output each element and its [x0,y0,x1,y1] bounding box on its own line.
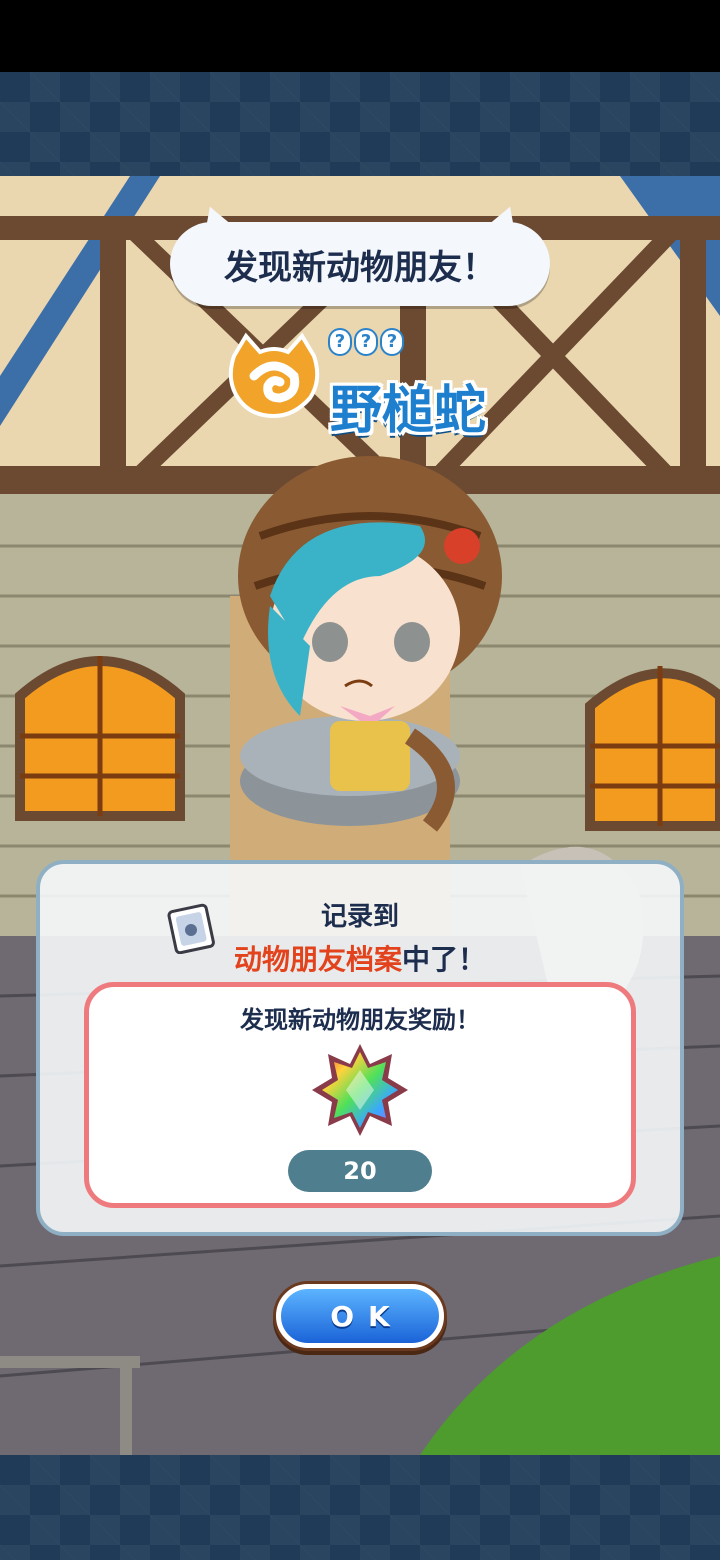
friend-archive-label: 动物朋友档案 [233,943,402,976]
discovery-title-bubble: 发现新动物朋友！ [170,201,550,306]
unknown-marks: ? ? ? [330,330,402,354]
question-mark: ? [382,330,402,354]
reward-count: 20 [288,1150,432,1192]
status-bar [0,0,720,72]
ok-button[interactable]: OK [276,1284,444,1348]
question-mark: ? [330,330,350,354]
beast-attribute-icon [228,332,320,418]
record-suffix: 中了！ [402,943,487,976]
question-mark: ? [356,330,376,354]
record-line: 记录到 [320,902,399,932]
ok-button-label: OK [330,1299,404,1333]
rainbow-gem-icon [312,1044,408,1136]
top-frame [0,72,720,176]
discovery-title: 发现新动物朋友！ [224,247,496,288]
friend-name: 野槌蛇 [330,381,487,441]
reward-title: 发现新动物朋友奖励！ [240,1006,480,1034]
bottom-frame [0,1455,720,1560]
record-target-line: 动物朋友档案中了！ [0,938,720,978]
